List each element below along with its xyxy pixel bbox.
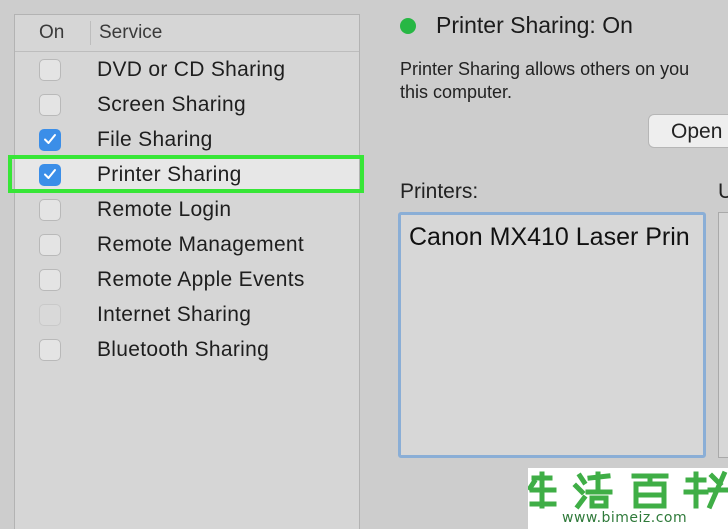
watermark: www.bimeiz.com	[528, 468, 728, 529]
service-checkbox-remote-login[interactable]	[39, 198, 61, 221]
service-label: Internet Sharing	[97, 302, 252, 326]
service-list: DVD or CD Sharing Screen Sharing File Shar…	[15, 52, 359, 367]
sharing-preferences-window: On Service DVD or CD Sharing Screen Shari…	[0, 0, 728, 529]
printers-label: Printers:	[400, 180, 479, 203]
service-checkbox-bluetooth-sharing[interactable]	[39, 338, 61, 361]
service-status: Printer Sharing: On	[400, 12, 633, 39]
description-line-1: Printer Sharing allows others on you	[400, 59, 690, 79]
service-row-screen-sharing[interactable]: Screen Sharing	[15, 87, 359, 122]
services-header: On Service	[15, 15, 359, 52]
service-label: Remote Login	[97, 197, 232, 221]
service-label: Screen Sharing	[97, 92, 246, 116]
column-header-on[interactable]: On	[15, 21, 91, 45]
service-row-remote-login[interactable]: Remote Login	[15, 192, 359, 227]
service-checkbox-internet-sharing	[39, 303, 61, 326]
watermark-url: www.bimeiz.com	[562, 510, 688, 526]
service-row-remote-management[interactable]: Remote Management	[15, 227, 359, 262]
column-header-service[interactable]: Service	[91, 21, 162, 45]
service-row-dvd-or-cd-sharing[interactable]: DVD or CD Sharing	[15, 52, 359, 87]
service-row-bluetooth-sharing[interactable]: Bluetooth Sharing	[15, 332, 359, 367]
printers-list[interactable]: Canon MX410 Laser Prin	[398, 212, 706, 458]
service-label: Remote Management	[97, 232, 305, 256]
users-label: U	[718, 180, 728, 203]
checkmark-icon	[44, 133, 56, 144]
open-printers-button[interactable]: Open	[648, 114, 728, 148]
service-checkbox-screen-sharing[interactable]	[39, 93, 61, 116]
status-indicator-dot	[400, 17, 416, 34]
service-description: Printer Sharing allows others on you thi…	[400, 58, 728, 104]
service-checkbox-dvd-or-cd-sharing[interactable]	[39, 58, 61, 81]
service-label: File Sharing	[97, 127, 213, 151]
service-row-internet-sharing[interactable]: Internet Sharing	[15, 297, 359, 332]
watermark-logo-icon	[528, 470, 728, 510]
service-checkbox-remote-apple-events[interactable]	[39, 268, 61, 291]
service-row-remote-apple-events[interactable]: Remote Apple Events	[15, 262, 359, 297]
users-list[interactable]	[718, 212, 728, 458]
service-checkbox-remote-management[interactable]	[39, 233, 61, 256]
services-panel: On Service DVD or CD Sharing Screen Shari…	[14, 14, 360, 529]
service-checkbox-file-sharing[interactable]	[39, 128, 61, 151]
service-row-file-sharing[interactable]: File Sharing	[15, 122, 359, 157]
printer-item[interactable]: Canon MX410 Laser Prin	[409, 223, 690, 252]
status-text: Printer Sharing: On	[436, 12, 633, 38]
description-line-2: this computer.	[400, 82, 513, 102]
highlight-annotation-box	[8, 155, 364, 193]
service-label: Bluetooth Sharing	[97, 337, 270, 361]
service-label: DVD or CD Sharing	[97, 57, 286, 81]
service-label: Remote Apple Events	[97, 267, 305, 291]
